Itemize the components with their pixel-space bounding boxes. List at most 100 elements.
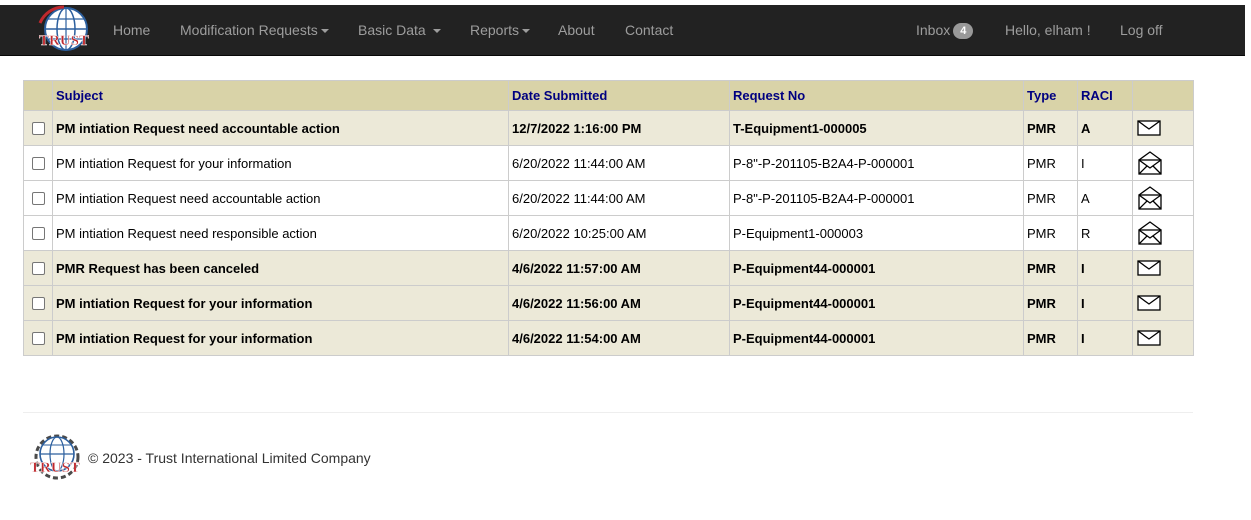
table-row[interactable]: PM intiation Request for your informatio… — [23, 145, 1194, 181]
subject-cell[interactable]: PM intiation Request for your informatio… — [52, 320, 509, 356]
row-checkbox[interactable] — [31, 226, 45, 240]
subject-cell[interactable]: PM intiation Request for your informatio… — [52, 145, 509, 181]
date-cell: 4/6/2022 11:57:00 AM — [508, 250, 730, 286]
navbar: TRUST Home Modification Requests Basic D… — [0, 5, 1245, 56]
request-no-cell: P-8"-P-201105-B2A4-P-000001 — [729, 180, 1024, 216]
request-no-cell: T-Equipment1-000005 — [729, 110, 1024, 146]
nav-modification-requests-label: Modification Requests — [180, 22, 318, 38]
nav-contact[interactable]: Contact — [625, 5, 673, 55]
table-row[interactable]: PMR Request has been canceled 4/6/2022 11… — [23, 250, 1194, 286]
envelope-closed-icon[interactable] — [1136, 259, 1190, 277]
raci-cell: R — [1077, 215, 1133, 251]
nav-about[interactable]: About — [558, 5, 595, 55]
envelope-open-icon[interactable] — [1136, 185, 1190, 211]
trust-logo[interactable]: TRUST — [36, 5, 102, 55]
table-row[interactable]: PM intiation Request for your informatio… — [23, 285, 1194, 321]
date-cell: 4/6/2022 11:56:00 AM — [508, 285, 730, 321]
subject-cell[interactable]: PM intiation Request for your informatio… — [52, 285, 509, 321]
row-checkbox[interactable] — [31, 296, 45, 310]
row-select-cell — [23, 250, 53, 286]
nav-greeting[interactable]: Hello, elham ! — [1005, 5, 1091, 55]
row-select-cell — [23, 145, 53, 181]
caret-down-icon — [432, 29, 441, 34]
footer-copyright: © 2023 - Trust International Limited Com… — [88, 450, 371, 466]
nav-basic-data-label: Basic Data — [358, 22, 426, 38]
date-cell: 6/20/2022 11:44:00 AM — [508, 145, 730, 181]
row-checkbox[interactable] — [31, 331, 45, 345]
row-checkbox[interactable] — [31, 261, 45, 275]
request-no-cell: P-8"-P-201105-B2A4-P-000001 — [729, 145, 1024, 181]
row-select-cell — [23, 285, 53, 321]
inbox-count-badge: 4 — [953, 23, 974, 40]
type-cell: PMR — [1023, 285, 1078, 321]
row-select-cell — [23, 320, 53, 356]
nav-reports[interactable]: Reports — [470, 5, 531, 55]
nav-logoff[interactable]: Log off — [1120, 5, 1163, 55]
raci-cell: A — [1077, 110, 1133, 146]
header-type[interactable]: Type — [1023, 80, 1078, 111]
envelope-closed-icon[interactable] — [1136, 119, 1190, 137]
svg-text:TRUST: TRUST — [30, 460, 80, 476]
type-cell: PMR — [1023, 215, 1078, 251]
table-row[interactable]: PM intiation Request need responsible ac… — [23, 215, 1194, 251]
status-cell — [1132, 250, 1194, 286]
status-cell — [1132, 285, 1194, 321]
status-cell — [1132, 215, 1194, 251]
status-cell — [1132, 145, 1194, 181]
type-cell: PMR — [1023, 110, 1078, 146]
header-raci[interactable]: RACI — [1077, 80, 1133, 111]
nav-home[interactable]: Home — [113, 5, 150, 55]
envelope-closed-icon[interactable] — [1136, 294, 1190, 312]
type-cell: PMR — [1023, 180, 1078, 216]
footer-trust-logo: TRUST — [30, 434, 80, 480]
status-cell — [1132, 110, 1194, 146]
row-select-cell — [23, 110, 53, 146]
table-row[interactable]: PM intiation Request for your informatio… — [23, 320, 1194, 356]
table-header-row: Subject Date Submitted Request No Type R… — [23, 80, 1194, 111]
svg-text:TRUST: TRUST — [39, 33, 89, 49]
type-cell: PMR — [1023, 145, 1078, 181]
raci-cell: A — [1077, 180, 1133, 216]
table-row[interactable]: PM intiation Request need accountable ac… — [23, 180, 1194, 216]
nav-inbox-label: Inbox — [916, 22, 951, 38]
date-cell: 6/20/2022 10:25:00 AM — [508, 215, 730, 251]
footer-divider — [23, 412, 1193, 413]
header-date-submitted[interactable]: Date Submitted — [508, 80, 730, 111]
date-cell: 6/20/2022 11:44:00 AM — [508, 180, 730, 216]
header-select — [23, 80, 53, 111]
nav-reports-label: Reports — [470, 22, 520, 38]
table-row[interactable]: PM intiation Request need accountable ac… — [23, 110, 1194, 146]
subject-cell[interactable]: PM intiation Request need responsible ac… — [52, 215, 509, 251]
envelope-open-icon[interactable] — [1136, 150, 1190, 176]
envelope-closed-icon[interactable] — [1136, 329, 1190, 347]
status-cell — [1132, 180, 1194, 216]
row-checkbox[interactable] — [31, 156, 45, 170]
subject-cell[interactable]: PMR Request has been canceled — [52, 250, 509, 286]
caret-down-icon — [320, 29, 329, 34]
caret-down-icon — [522, 29, 531, 34]
row-checkbox[interactable] — [31, 121, 45, 135]
raci-cell: I — [1077, 320, 1133, 356]
type-cell: PMR — [1023, 250, 1078, 286]
subject-cell[interactable]: PM intiation Request need accountable ac… — [52, 180, 509, 216]
raci-cell: I — [1077, 285, 1133, 321]
date-cell: 12/7/2022 1:16:00 PM — [508, 110, 730, 146]
request-no-cell: P-Equipment44-000001 — [729, 285, 1024, 321]
request-no-cell: P-Equipment44-000001 — [729, 250, 1024, 286]
raci-cell: I — [1077, 145, 1133, 181]
nav-modification-requests[interactable]: Modification Requests — [180, 5, 329, 55]
row-select-cell — [23, 180, 53, 216]
date-cell: 4/6/2022 11:54:00 AM — [508, 320, 730, 356]
row-checkbox[interactable] — [31, 191, 45, 205]
type-cell: PMR — [1023, 320, 1078, 356]
nav-basic-data[interactable]: Basic Data — [358, 5, 441, 55]
row-select-cell — [23, 215, 53, 251]
inbox-table: Subject Date Submitted Request No Type R… — [23, 80, 1194, 356]
status-cell — [1132, 320, 1194, 356]
header-request-no[interactable]: Request No — [729, 80, 1024, 111]
envelope-open-icon[interactable] — [1136, 220, 1190, 246]
header-subject[interactable]: Subject — [52, 80, 509, 111]
subject-cell[interactable]: PM intiation Request need accountable ac… — [52, 110, 509, 146]
request-no-cell: P-Equipment1-000003 — [729, 215, 1024, 251]
nav-inbox[interactable]: Inbox 4 — [916, 5, 974, 55]
